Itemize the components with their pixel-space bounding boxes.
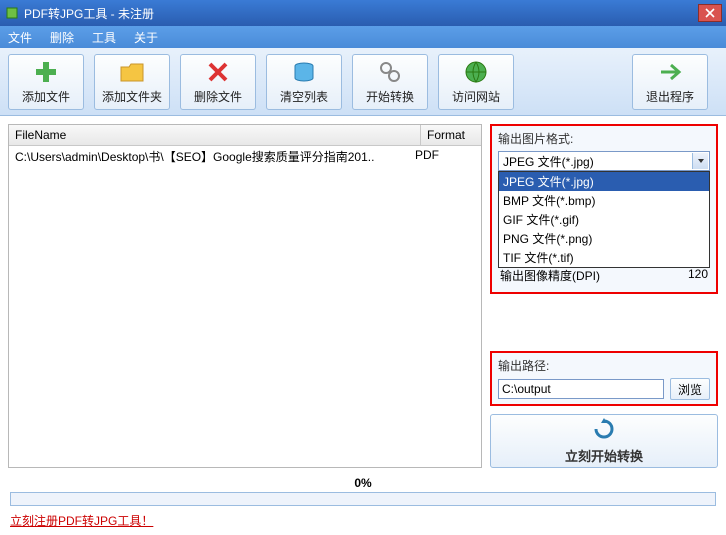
- menu-file[interactable]: 文件: [8, 29, 32, 46]
- window-title: PDF转JPG工具 - 未注册: [24, 5, 698, 22]
- output-path-input[interactable]: [498, 379, 664, 399]
- clear-list-button[interactable]: 清空列表: [266, 54, 342, 110]
- col-filename[interactable]: FileName: [9, 125, 421, 145]
- chevron-down-icon: [692, 153, 708, 169]
- cell-filename: C:\Users\admin\Desktop\书\【SEO】Google搜索质量…: [15, 148, 415, 165]
- output-path-label: 输出路径:: [498, 357, 710, 374]
- add-folder-label: 添加文件夹: [102, 88, 162, 105]
- browse-button[interactable]: 浏览: [670, 378, 710, 400]
- start-convert-label: 开始转换: [366, 88, 414, 105]
- add-folder-button[interactable]: 添加文件夹: [94, 54, 170, 110]
- clear-icon: [290, 58, 318, 86]
- format-option[interactable]: BMP 文件(*.bmp): [499, 191, 709, 210]
- table-row[interactable]: C:\Users\admin\Desktop\书\【SEO】Google搜索质量…: [9, 146, 481, 167]
- menu-delete[interactable]: 删除: [50, 29, 74, 46]
- format-selected: JPEG 文件(*.jpg): [503, 153, 594, 170]
- add-file-button[interactable]: 添加文件: [8, 54, 84, 110]
- output-format-panel: 输出图片格式: JPEG 文件(*.jpg) JPEG 文件(*.jpg) BM…: [490, 124, 718, 294]
- menu-about[interactable]: 关于: [134, 29, 158, 46]
- format-dropdown: JPEG 文件(*.jpg) BMP 文件(*.bmp) GIF 文件(*.gi…: [498, 171, 710, 268]
- exit-icon: [656, 58, 684, 86]
- cell-format: PDF: [415, 148, 475, 165]
- delete-file-label: 删除文件: [194, 88, 242, 105]
- add-file-label: 添加文件: [22, 88, 70, 105]
- globe-icon: [462, 58, 490, 86]
- clear-list-label: 清空列表: [280, 88, 328, 105]
- menubar: 文件 删除 工具 关于: [0, 26, 726, 48]
- format-option[interactable]: JPEG 文件(*.jpg): [499, 172, 709, 191]
- start-now-label: 立刻开始转换: [565, 446, 643, 465]
- titlebar: PDF转JPG工具 - 未注册: [0, 0, 726, 26]
- app-icon: [4, 5, 20, 21]
- dpi-label: 输出图像精度(DPI): [500, 267, 600, 284]
- start-convert-button[interactable]: 开始转换: [352, 54, 428, 110]
- format-option[interactable]: TIF 文件(*.tif): [499, 248, 709, 267]
- refresh-icon: [593, 418, 615, 443]
- gears-icon: [376, 58, 404, 86]
- output-format-label: 输出图片格式:: [498, 130, 710, 147]
- file-table: FileName Format C:\Users\admin\Desktop\书…: [8, 124, 482, 468]
- register-link[interactable]: 立刻注册PDF转JPG工具！: [0, 506, 726, 535]
- format-select[interactable]: JPEG 文件(*.jpg): [498, 151, 710, 171]
- menu-tools[interactable]: 工具: [92, 29, 116, 46]
- start-now-button[interactable]: 立刻开始转换: [490, 414, 718, 468]
- folder-icon: [118, 58, 146, 86]
- dpi-value: 120: [688, 267, 708, 284]
- delete-file-button[interactable]: 删除文件: [180, 54, 256, 110]
- toolbar: 添加文件 添加文件夹 删除文件 清空列表 开始转换 访问网站 退出程序: [0, 48, 726, 116]
- exit-label: 退出程序: [646, 88, 694, 105]
- progress-area: 0%: [0, 476, 726, 506]
- format-option[interactable]: PNG 文件(*.png): [499, 229, 709, 248]
- visit-site-label: 访问网站: [452, 88, 500, 105]
- format-option[interactable]: GIF 文件(*.gif): [499, 210, 709, 229]
- delete-icon: [204, 58, 232, 86]
- progress-percent: 0%: [10, 476, 716, 490]
- output-path-panel: 输出路径: 浏览: [490, 351, 718, 406]
- plus-icon: [32, 58, 60, 86]
- exit-button[interactable]: 退出程序: [632, 54, 708, 110]
- close-button[interactable]: [698, 4, 722, 22]
- progress-bar: [10, 492, 716, 506]
- col-format[interactable]: Format: [421, 125, 481, 145]
- visit-site-button[interactable]: 访问网站: [438, 54, 514, 110]
